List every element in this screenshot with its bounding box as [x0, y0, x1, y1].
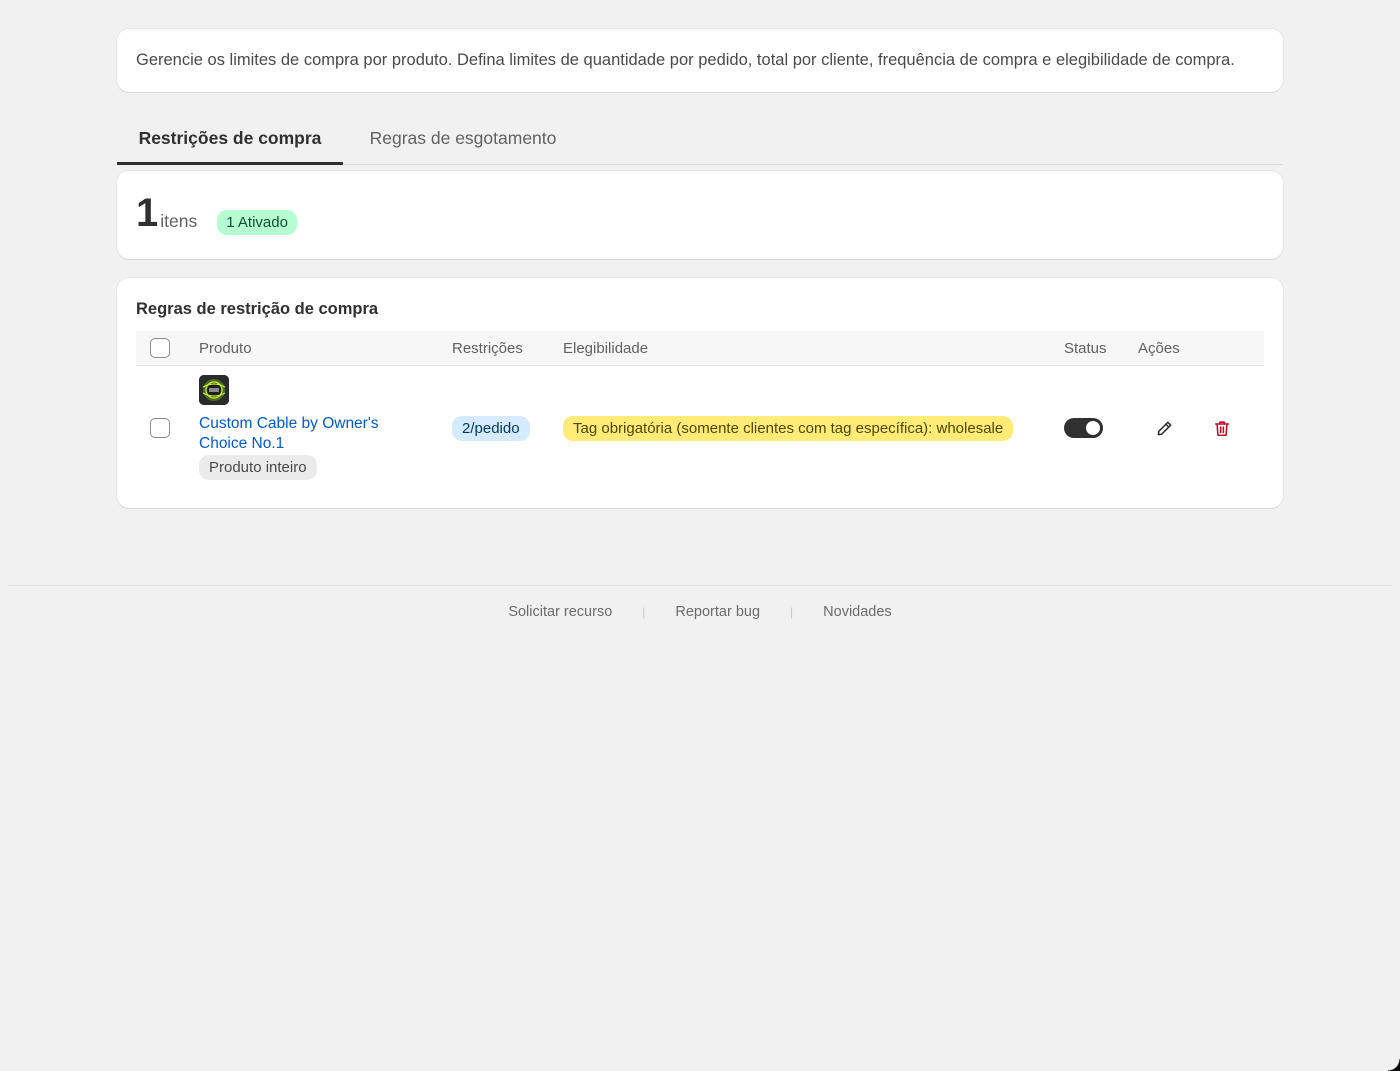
- footer: Solicitar recurso | Reportar bug | Novid…: [0, 604, 1400, 620]
- column-header-status: Status: [1064, 340, 1107, 357]
- rules-card: Regras de restrição de compra Produto Re…: [117, 278, 1283, 508]
- toggle-knob: [1086, 421, 1100, 435]
- product-thumbnail: [199, 375, 229, 405]
- edit-button[interactable]: [1153, 417, 1175, 439]
- pencil-icon: [1157, 421, 1171, 435]
- scope-badge: Produto inteiro: [199, 455, 317, 480]
- product-name-link[interactable]: Custom Cable by Owner's Choice No.1: [199, 414, 414, 453]
- summary-card: 1 itens 1 Ativado: [117, 171, 1283, 259]
- tab-purchase-restrictions[interactable]: Restrições de compra: [117, 113, 343, 165]
- footer-separator: |: [642, 605, 646, 619]
- column-header-eligibility: Elegibilidade: [563, 340, 649, 357]
- item-count-unit: itens: [160, 210, 198, 231]
- table-header: Produto Restrições Elegibilidade Status …: [136, 331, 1264, 366]
- footer-link-report-bug[interactable]: Reportar bug: [675, 604, 760, 620]
- column-header-product: Produto: [199, 340, 252, 357]
- footer-link-news[interactable]: Novidades: [823, 604, 892, 620]
- restriction-limit-badge: 2/pedido: [452, 416, 530, 441]
- page-description: Gerencie os limites de compra por produt…: [136, 51, 1235, 69]
- column-header-restrictions: Restrições: [452, 340, 523, 357]
- item-count: 1: [136, 191, 159, 235]
- delete-button[interactable]: [1211, 417, 1233, 439]
- window-corner: [1388, 1059, 1400, 1071]
- tab-bar: Restrições de compra Regras de esgotamen…: [117, 113, 1283, 165]
- status-toggle[interactable]: [1064, 418, 1103, 438]
- description-card: Gerencie os limites de compra por produt…: [117, 29, 1283, 92]
- footer-divider: [8, 585, 1392, 586]
- eligibility-badge: Tag obrigatória (somente clientes com ta…: [563, 416, 1014, 441]
- table-row: Custom Cable by Owner's Choice No.1 Prod…: [136, 367, 1264, 497]
- active-count-badge: 1 Ativado: [217, 209, 297, 235]
- select-all-checkbox[interactable]: [150, 338, 170, 358]
- rules-title: Regras de restrição de compra: [136, 300, 379, 318]
- column-header-actions: Ações: [1138, 340, 1180, 357]
- row-checkbox[interactable]: [150, 418, 170, 438]
- footer-link-feature-request[interactable]: Solicitar recurso: [508, 604, 612, 620]
- tab-sold-out-rules[interactable]: Regras de esgotamento: [343, 113, 583, 164]
- trash-icon: [1214, 420, 1230, 436]
- app-page: Gerencie os limites de compra por produt…: [0, 0, 1400, 1071]
- footer-separator: |: [790, 605, 794, 619]
